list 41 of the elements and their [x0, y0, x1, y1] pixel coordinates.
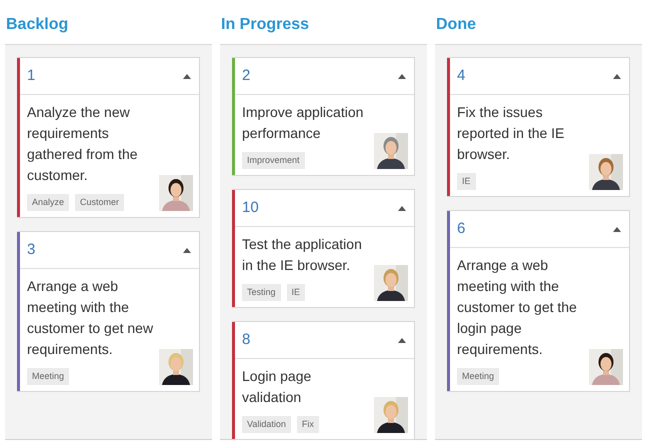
tag: Meeting — [27, 368, 70, 385]
collapse-icon[interactable] — [183, 74, 191, 78]
tag: IE — [457, 173, 476, 190]
tag: Fix — [296, 416, 319, 433]
column-title: In Progress — [221, 15, 310, 35]
task-card[interactable]: 3 Arrange a web meeting with the customer to get new requirements. Meeting — [17, 231, 200, 392]
card-number: 10 — [242, 198, 259, 218]
collapse-icon[interactable] — [398, 74, 406, 78]
card-description: Fix the issues reported in the IE browser. — [457, 103, 566, 164]
tag: Improvement — [242, 152, 305, 169]
card-number: 4 — [457, 66, 466, 86]
tag: Validation — [242, 416, 291, 433]
tag: Analyze — [27, 194, 70, 211]
column-title: Backlog — [6, 15, 68, 35]
task-card[interactable]: 1 Analyze the new requirements gathered from the customer. Analyze Customer — [17, 57, 200, 218]
tag: IE — [286, 284, 306, 301]
task-card[interactable]: 4 Fix the issues reported in the IE browser. IE — [447, 57, 630, 197]
tag: Customer — [75, 194, 124, 211]
task-card[interactable]: 10 Test the application in the IE browser. Testing IE — [232, 189, 415, 308]
task-card[interactable]: 2 Improve application performance Improvement — [232, 57, 415, 176]
card-description: Analyze the new requirements gathered from the customer. — [27, 103, 139, 185]
collapse-icon[interactable] — [613, 74, 621, 78]
card-description: Test the application in the IE browser. — [242, 235, 363, 275]
collapse-icon[interactable] — [398, 206, 406, 210]
collapse-icon[interactable] — [613, 226, 621, 232]
card-number: 6 — [457, 218, 466, 239]
card-description: Login page validation — [242, 367, 312, 407]
card-number: 8 — [242, 330, 250, 350]
card-description: Arrange a web meeting with the customer to get new requirements. — [27, 277, 154, 359]
card-number: 3 — [27, 240, 36, 260]
column-title: Done — [436, 15, 476, 35]
collapse-icon[interactable] — [183, 248, 191, 252]
card-description: Improve application performance — [242, 103, 364, 143]
card-number: 1 — [27, 66, 36, 86]
card-number: 2 — [242, 66, 250, 86]
card-description: Arrange a web meeting with the customer to get the login page requirements. — [457, 256, 578, 359]
tag: Testing — [242, 284, 281, 301]
tag: Meeting — [457, 368, 500, 385]
task-card[interactable]: 8 Login page validation Validation Fix — [232, 321, 415, 440]
collapse-icon[interactable] — [398, 338, 406, 342]
task-card[interactable]: 6 Arrange a web meeting with the customer to get the login page requirements. Meeting — [447, 210, 630, 392]
